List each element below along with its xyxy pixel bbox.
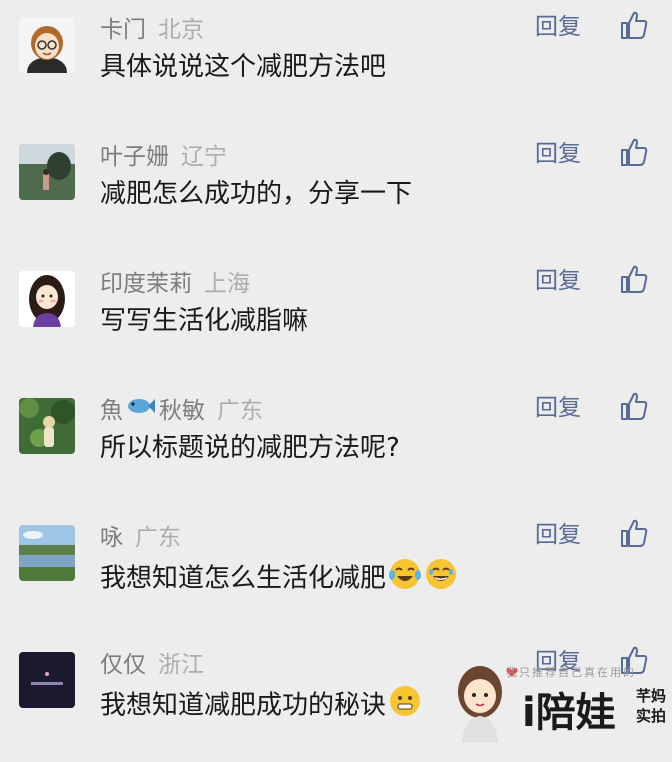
reply-button[interactable]: 回复 <box>535 140 581 168</box>
comment-text: 写写生活化减脂嘛 <box>100 306 309 336</box>
crying-laughing-emoji <box>388 557 422 601</box>
comment-item: 咏 广东 我想知道怎么生活化减肥 回复 <box>0 508 672 635</box>
avatar[interactable] <box>19 144 75 200</box>
comment-item: 印度茉莉 上海 写写生活化减脂嘛 回复 <box>0 254 672 381</box>
watermark-side-line1: 芊妈 <box>636 687 667 705</box>
region: 广东 <box>217 398 263 424</box>
nickname[interactable]: 咏 <box>100 518 123 552</box>
region: 北京 <box>158 17 204 43</box>
nickname[interactable]: 卡门 <box>100 10 146 44</box>
comment-item: 叶子姗 辽宁 减肥怎么成功的，分享一下 回复 <box>0 127 672 254</box>
region: 广东 <box>135 525 181 551</box>
comment-text: 减肥怎么成功的，分享一下 <box>100 179 413 209</box>
reply-button[interactable]: 回复 <box>535 521 581 549</box>
avatar[interactable] <box>19 271 75 327</box>
avatar[interactable] <box>19 525 75 581</box>
watermark-tagline: 我只推荐自己真在用的 <box>506 666 636 679</box>
nickname[interactable]: 印度茉莉 <box>100 264 192 298</box>
nickname[interactable]: 叶子姗 <box>100 137 169 171</box>
avatar[interactable] <box>19 652 75 708</box>
comment-text-body: 我想知道怎么生活化减肥 <box>100 563 387 594</box>
comment-text: 我想知道减肥成功的秘诀 <box>100 684 422 728</box>
watermark-logo: i陪娃 <box>522 690 616 736</box>
thumbs-up-icon[interactable] <box>620 137 648 167</box>
reply-button[interactable]: 回复 <box>535 13 581 41</box>
comment-item: 魚 秋敏 广东 所以标题说的减肥方法呢? 回复 <box>0 381 672 508</box>
watermark-side-line2: 实拍 <box>636 707 667 725</box>
comment-text: 具体说说这个减肥方法吧 <box>100 52 387 82</box>
laughing-emoji <box>424 557 458 601</box>
region: 辽宁 <box>181 144 227 170</box>
grimace-emoji <box>388 684 422 728</box>
thumbs-up-icon[interactable] <box>620 391 648 421</box>
comment-list: 卡门 北京 具体说说这个减肥方法吧 回复 叶子姗 辽宁 减肥怎么成功的，分享一下… <box>0 0 672 762</box>
thumbs-up-icon[interactable] <box>620 518 648 548</box>
reply-button[interactable]: 回复 <box>535 267 581 295</box>
avatar[interactable] <box>19 17 75 73</box>
thumbs-up-icon[interactable] <box>620 264 648 294</box>
comment-text: 所以标题说的减肥方法呢? <box>100 433 400 463</box>
thumbs-up-icon[interactable] <box>620 10 648 40</box>
region: 浙江 <box>158 652 204 678</box>
nickname[interactable]: 魚 <box>100 391 123 425</box>
comment-text: 我想知道怎么生活化减肥 <box>100 557 458 601</box>
comment-text-body: 我想知道减肥成功的秘诀 <box>100 690 387 721</box>
watermark-side-text: 芊妈 实拍 <box>636 686 670 726</box>
avatar[interactable] <box>19 398 75 454</box>
region: 上海 <box>204 271 250 297</box>
nickname[interactable]: 秋敏 <box>159 391 205 425</box>
reply-button[interactable]: 回复 <box>535 394 581 422</box>
watermark: 我只推荐自己真在用的 i陪娃 芊妈 实拍 <box>440 658 672 742</box>
fish-emoji <box>126 395 156 421</box>
comment-item: 卡门 北京 具体说说这个减肥方法吧 回复 <box>0 0 672 127</box>
nickname[interactable]: 仅仅 <box>100 645 146 679</box>
